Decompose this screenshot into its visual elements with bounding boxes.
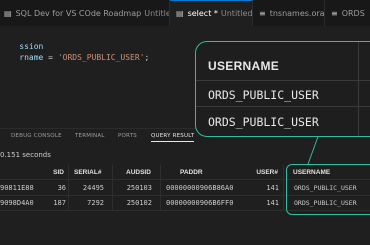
serial-cell: 24495 [82,184,104,192]
tab-label: ORDS [341,8,365,18]
paddr-cell: 00000000906B86A0 [166,184,234,192]
column-divider [112,165,113,211]
audsid-cell: 250103 [126,184,152,192]
saddr-cell: 90811E88 [0,184,34,192]
column-header-paddr[interactable]: PADDR [180,169,203,176]
column-header-sid[interactable]: SID [40,169,64,176]
tab-roadmap[interactable]: ▤ SQL Dev for VS COde Roadmap Untitled-3… [0,0,170,26]
column-divider [283,165,284,211]
tab-tnsnames[interactable]: ≡ tnsnames.ora [253,0,325,26]
zoom-divider [196,80,370,81]
zoom-column-header: USERNAME [208,59,280,73]
zoom-username-value: ORDS_PUBLIC_USER [208,115,319,129]
column-divider [68,165,69,211]
zoom-divider [196,106,370,107]
tab-label: tnsnames.ora [269,8,325,18]
user-num-cell: 141 [266,184,279,192]
column-header-audsid[interactable]: AUDSID [126,169,151,176]
code-line-2: rname = 'ORDS_PUBLIC_USER'; [19,53,150,62]
file-icon: ≡ [331,8,338,18]
tab-terminal[interactable]: TERMINAL [75,133,105,139]
execution-time: 0.151 seconds [0,151,51,159]
saddr-cell: 9098D4A0 [0,199,34,207]
tab-select[interactable]: ▤ select * Untitled-5 ● [170,0,253,26]
editor-tab-bar: ▤ SQL Dev for VS COde Roadmap Untitled-3… [0,0,370,27]
column-divider [160,165,161,211]
database-icon: ▤ [176,9,184,18]
user-num-cell: 141 [266,199,279,207]
username-column-highlight [286,164,370,215]
tab-label: SQL Dev for VS COde Roadmap [15,8,142,18]
serial-cell: 7292 [87,199,104,207]
zoom-column-divider [358,42,359,136]
tab-ords[interactable]: ≡ ORDS [325,0,370,26]
audsid-cell: 250102 [126,199,152,207]
paddr-cell: 00000000906B6FF0 [166,199,234,207]
sid-cell: 36 [57,184,66,192]
code-column-name: rname [19,53,44,62]
tab-sublabel: Untitled-5 [220,9,253,18]
sid-cell: 187 [53,199,66,207]
tab-query-result[interactable]: QUERY RESULT [151,133,195,142]
username-zoom-callout: USERNAME ORDS_PUBLIC_USER ORDS_PUBLIC_US… [195,41,370,137]
file-icon: ≡ [259,8,266,18]
code-string-literal: 'ORDS_PUBLIC_USER' [57,53,145,62]
tab-sublabel: Untitled-3 [144,8,169,18]
tab-ports[interactable]: PORTS [118,133,137,139]
column-header-user-num[interactable]: USER# [252,169,278,176]
column-header-serial[interactable]: SERIAL# [74,169,101,176]
tab-debug-console[interactable]: DEBUG CONSOLE [11,133,62,139]
tab-label: select * [187,9,218,18]
database-icon: ▤ [4,8,12,18]
zoom-username-value: ORDS_PUBLIC_USER [208,88,319,102]
